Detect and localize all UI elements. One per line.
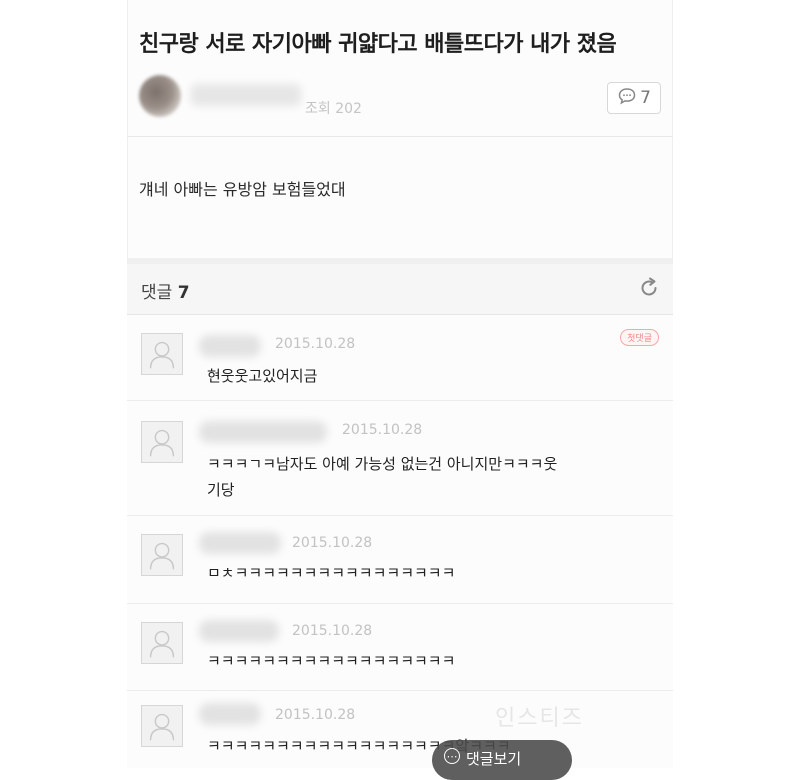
comment-item: 2015.10.28 ㅋㅋㅋㅋㅋㅋㅋㅋㅋㅋㅋㅋㅋㅋㅋㅋㅋㅋ — [127, 604, 673, 691]
comment-line: ㅁㅊㅋㅋㅋㅋㅋㅋㅋㅋㅋㅋㅋㅋㅋㅋㅋㅋ — [207, 564, 456, 582]
comment-line: ㅋㅋㅋㅋㅋㅋㅋㅋㅋㅋㅋㅋㅋㅋㅋㅋㅋㅋ — [207, 652, 456, 670]
first-comment-badge: 첫댓글 — [620, 329, 659, 346]
author-name-blurred — [191, 84, 301, 106]
comment-text: 현웃웃고있어지금 — [207, 363, 317, 389]
comment-text: ㅋㅋㅋㄱㅋ남자도 아예 가능성 없는건 아니지만ㅋㅋㅋ웃 기당 — [207, 451, 557, 503]
comment-date: 2015.10.28 — [292, 535, 373, 551]
comments-label-count: 7 — [177, 283, 190, 303]
comment-item: 2015.10.28 첫댓글 현웃웃고있어지금 — [127, 315, 673, 401]
default-user-icon — [141, 534, 183, 576]
comment-count-button[interactable]: 7 — [607, 82, 661, 114]
default-user-icon — [141, 705, 183, 747]
comment-item: 2015.10.28 ㅁㅊㅋㅋㅋㅋㅋㅋㅋㅋㅋㅋㅋㅋㅋㅋㅋㅋ — [127, 516, 673, 604]
commenter-name-blurred — [199, 620, 279, 642]
commenter-name-blurred — [199, 421, 327, 443]
comments-label: 댓글 7 — [141, 278, 190, 303]
comment-line: ㅋㅋㅋㄱㅋ남자도 아예 가능성 없는건 아니지만ㅋㅋㅋ웃 — [207, 455, 558, 473]
comment-item: 2015.10.28 ㅋㅋㅋㄱㅋ남자도 아예 가능성 없는건 아니지만ㅋㅋㅋ웃 … — [127, 401, 673, 516]
comment-date: 2015.10.28 — [292, 623, 373, 639]
speech-bubble-icon — [617, 86, 637, 111]
author-avatar[interactable] — [139, 75, 181, 117]
commenter-name-blurred — [199, 703, 261, 725]
comment-icon: ⋯ — [444, 748, 460, 764]
comment-line: 기당 — [207, 481, 235, 499]
refresh-icon[interactable] — [637, 276, 661, 300]
post-card: 친구랑 서로 자기아빠 귀얇다고 배틀뜨다가 내가 졌음 조회 202 7 걔네… — [127, 0, 673, 768]
comments-header: 댓글 7 — [127, 264, 673, 315]
default-user-icon — [141, 333, 183, 375]
post-body: 걔네 아빠는 유방암 보험들었대 — [139, 180, 346, 199]
commenter-name-blurred — [199, 532, 281, 554]
commenter-name-blurred — [199, 335, 261, 357]
comment-item: 2015.10.28 ㅋㅋㅋㅋㅋㅋㅋㅋㅋㅋㅋㅋㅋㅋㅋㅋㅋㅋ앜ㅋㅋㅋ — [127, 691, 673, 768]
post-title: 친구랑 서로 자기아빠 귀얇다고 배틀뜨다가 내가 졌음 — [139, 32, 617, 57]
site-watermark: 인스티즈 — [495, 706, 584, 731]
divider — [127, 136, 673, 137]
comment-date: 2015.10.28 — [342, 422, 423, 438]
view-count: 조회 202 — [305, 101, 362, 117]
default-user-icon — [141, 622, 183, 664]
comment-line: 현웃웃고있어지금 — [207, 367, 318, 385]
comment-text: ㅋㅋㅋㅋㅋㅋㅋㅋㅋㅋㅋㅋㅋㅋㅋㅋㅋㅋ — [207, 648, 455, 674]
comment-count-value: 7 — [640, 88, 651, 108]
comment-date: 2015.10.28 — [275, 707, 356, 723]
comment-date: 2015.10.28 — [275, 336, 356, 352]
default-user-icon — [141, 421, 183, 463]
view-comments-button[interactable]: ⋯ 댓글보기 — [432, 740, 572, 780]
comments-label-text: 댓글 — [141, 283, 173, 303]
view-comments-label: 댓글보기 — [466, 750, 522, 768]
comment-text: ㅁㅊㅋㅋㅋㅋㅋㅋㅋㅋㅋㅋㅋㅋㅋㅋㅋㅋ — [207, 560, 455, 586]
